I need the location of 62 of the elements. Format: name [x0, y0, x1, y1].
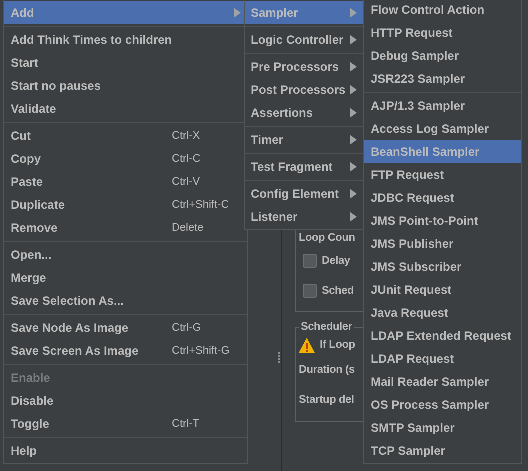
warning-text: If Loop [320, 338, 356, 352]
menu-item[interactable]: Start [4, 51, 247, 74]
checkbox[interactable] [303, 284, 317, 298]
checkbox-label: Delay [322, 254, 350, 268]
shortcut-label: Ctrl-G [172, 322, 202, 334]
menu-item[interactable]: JSR223 Sampler [364, 67, 521, 90]
menu-item[interactable]: Save Screen As Image Ctrl+Shift-G [4, 339, 247, 362]
menu-item[interactable]: Help [4, 439, 247, 462]
shortcut-label: Ctrl-C [172, 152, 201, 164]
menu-item[interactable]: Java Request [364, 301, 521, 324]
checkbox[interactable] [303, 254, 317, 268]
menu-item[interactable]: Toggle Ctrl-T [4, 412, 247, 435]
menu-item[interactable]: Start no pauses [4, 74, 247, 97]
menu-item[interactable]: Listener [245, 205, 363, 228]
menu-item[interactable]: Disable [4, 389, 247, 412]
menu-item[interactable]: Assertions [245, 101, 363, 124]
menu-item[interactable]: LDAP Extended Request [364, 324, 521, 347]
menu-item[interactable]: OS Process Sampler [364, 393, 521, 416]
checkbox-label: Sched [322, 284, 354, 298]
menu-item[interactable]: Mail Reader Sampler [364, 370, 521, 393]
menu-item[interactable]: Validate [4, 97, 247, 120]
menu-item[interactable]: Remove Delete [4, 216, 247, 239]
menu-item[interactable]: Save Node As Image Ctrl-G [4, 316, 247, 339]
menu-item[interactable]: Flow Control Action [364, 0, 521, 21]
menu-item[interactable]: JMS Publisher [364, 232, 521, 255]
menu-item[interactable]: Add Think Times to children [4, 28, 247, 51]
shortcut-label: Ctrl-T [172, 418, 200, 430]
menu-item[interactable]: AJP/1.3 Sampler [364, 94, 521, 117]
shortcut-label: Ctrl-X [172, 130, 200, 142]
menu-item[interactable]: Logic Controller [245, 28, 363, 51]
menu-item[interactable]: HTTP Request [364, 21, 521, 44]
menu-item[interactable]: JUnit Request [364, 278, 521, 301]
warning-icon [299, 338, 315, 352]
shortcut-label: Ctrl-V [172, 176, 200, 188]
menu-item[interactable]: Open... [4, 243, 247, 266]
menu-item[interactable]: JDBC Request [364, 186, 521, 209]
splitter-grip-icon [278, 352, 281, 364]
menu-item[interactable]: Save Selection As... [4, 289, 247, 312]
menu-item[interactable]: Post Processors [245, 78, 363, 101]
shortcut-label: Ctrl+Shift-G [172, 344, 230, 356]
menu-item[interactable]: Merge [4, 266, 247, 289]
menu-item[interactable]: Access Log Sampler [364, 117, 521, 140]
menu-item[interactable]: Debug Sampler [364, 44, 521, 67]
shortcut-label: Ctrl+Shift-C [172, 198, 230, 210]
field-label: Startup del [299, 393, 354, 407]
menu-item[interactable]: Duplicate Ctrl+Shift-C [4, 193, 247, 216]
menu-item[interactable]: TCP Sampler [364, 439, 521, 462]
menu-item[interactable]: LDAP Request [364, 347, 521, 370]
field-label: Duration (s [299, 363, 355, 377]
menu-item[interactable]: Timer [245, 128, 363, 151]
menu-item[interactable]: SMTP Sampler [364, 416, 521, 439]
menu-item[interactable]: Cut Ctrl-X [4, 124, 247, 147]
menu-item[interactable]: Pre Processors [245, 55, 363, 78]
shortcut-label: Delete [172, 222, 204, 234]
menu-item[interactable]: Test Fragment [245, 155, 363, 178]
menu-item[interactable]: Copy Ctrl-C [4, 147, 247, 170]
menu-item[interactable]: FTP Request [364, 163, 521, 186]
menu-item[interactable]: JMS Subscriber [364, 255, 521, 278]
menu-item[interactable]: JMS Point-to-Point [364, 209, 521, 232]
menu-item[interactable]: Config Element [245, 182, 363, 205]
loop-count-label: Loop Coun [299, 231, 356, 245]
menu-item[interactable]: Paste Ctrl-V [4, 170, 247, 193]
